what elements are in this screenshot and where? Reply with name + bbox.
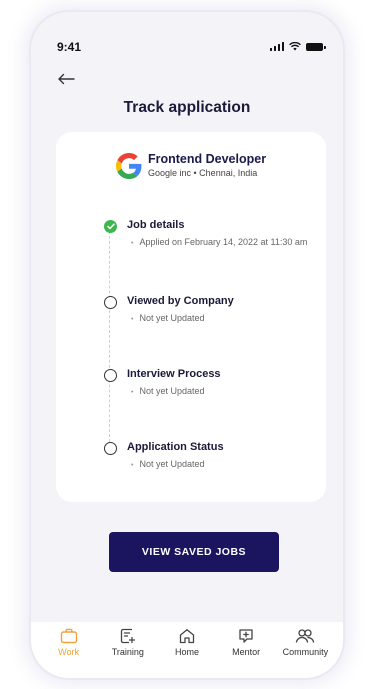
tab-label: Training: [111, 647, 144, 657]
status-time: 9:41: [57, 40, 82, 54]
job-info: Frontend Developer Google inc • Chennai,…: [148, 152, 266, 179]
screen: 9:41 Track application Frontend Develope…: [0, 0, 372, 689]
application-card: Frontend Developer Google inc • Chennai,…: [56, 132, 326, 502]
view-saved-jobs-button[interactable]: VIEW SAVED JOBS: [109, 532, 279, 572]
timeline-connector: [109, 226, 110, 442]
empty-circle-icon: [104, 296, 117, 309]
wifi-icon: [289, 42, 301, 51]
tab-home[interactable]: Home: [159, 622, 215, 678]
tab-label: Work: [58, 647, 80, 657]
step-title: Interview Process: [127, 368, 221, 380]
step-subtitle: Not yet Updated: [131, 386, 204, 396]
step-title: Application Status: [127, 441, 224, 453]
tab-mentor[interactable]: Mentor: [218, 622, 274, 678]
job-title: Frontend Developer: [148, 152, 267, 166]
tab-label: Mentor: [232, 647, 261, 657]
status-bar: 9:41: [31, 12, 343, 56]
back-button[interactable]: [57, 70, 77, 86]
bottom-tab-bar: Work Training Home Mentor Community: [31, 622, 343, 678]
step-title: Viewed by Company: [127, 295, 234, 307]
step-subtitle: Not yet Updated: [131, 459, 204, 469]
job-header: Frontend Developer Google inc • Chennai,…: [116, 152, 266, 179]
empty-circle-icon: [104, 369, 117, 382]
step-subtitle: Not yet Updated: [131, 313, 204, 323]
check-circle-icon: [104, 220, 117, 233]
training-icon: [120, 628, 135, 644]
arrow-left-icon: [58, 73, 75, 85]
home-icon: [179, 629, 195, 644]
page-title: Track application: [123, 99, 251, 116]
tab-training[interactable]: Training: [100, 622, 156, 678]
tab-community[interactable]: Community: [277, 622, 333, 678]
battery-icon: [306, 43, 326, 51]
step-subtitle: Applied on February 14, 2022 at 11:30 am: [131, 237, 307, 247]
job-company-location: Google inc • Chennai, India: [148, 168, 258, 178]
community-icon: [296, 629, 315, 643]
tab-label: Home: [174, 647, 199, 657]
phone-frame: 9:41 Track application Frontend Develope…: [31, 12, 343, 678]
signal-icon: [269, 42, 284, 51]
status-icons: [269, 42, 326, 51]
tab-label: Community: [282, 647, 329, 657]
google-logo-icon: [116, 152, 142, 179]
briefcase-icon: [60, 628, 77, 644]
mentor-icon: [239, 629, 253, 643]
tab-work[interactable]: Work: [41, 622, 97, 678]
empty-circle-icon: [104, 442, 117, 455]
step-title: Job details: [127, 219, 185, 231]
